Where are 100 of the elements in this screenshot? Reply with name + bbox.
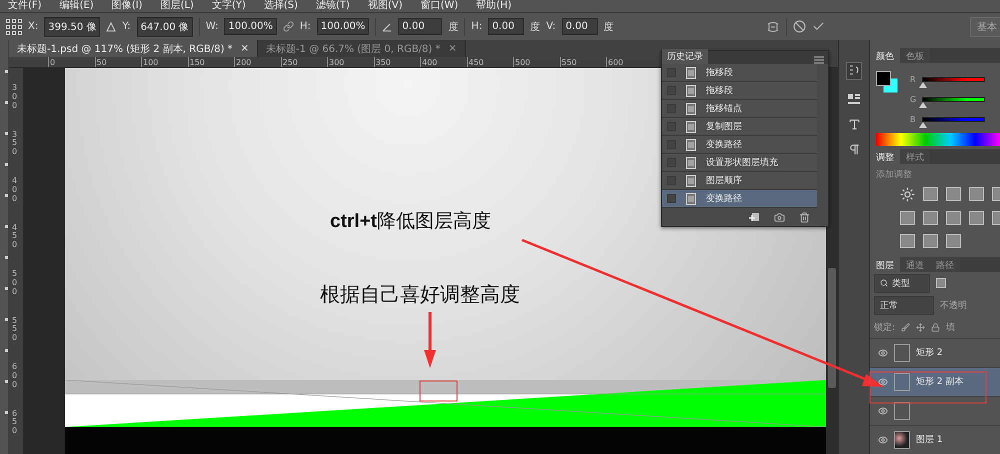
- adjustment-icon[interactable]: [969, 211, 984, 226]
- cancel-icon[interactable]: [792, 20, 806, 33]
- input-field[interactable]: 647.00 像: [136, 16, 193, 36]
- adjustment-icon[interactable]: [900, 211, 915, 226]
- new-document-icon[interactable]: [749, 212, 760, 222]
- layer-row[interactable]: 矩形 2 副本: [870, 366, 1000, 396]
- unit-label: 度: [530, 20, 540, 34]
- adjustment-icon[interactable]: [946, 211, 961, 226]
- adjustment-icon[interactable]: [923, 211, 938, 226]
- ruler-label: 50: [94, 57, 141, 67]
- history-item[interactable]: 设置形状图层填充: [662, 154, 817, 172]
- highlight-frame: [420, 380, 458, 402]
- menu-item[interactable]: 滤镜(T): [316, 0, 350, 12]
- close-icon[interactable]: ×: [448, 43, 457, 54]
- ruler-label: 300: [11, 84, 17, 112]
- input-field[interactable]: 100.00%: [316, 18, 370, 35]
- panel-tab[interactable]: 颜色: [870, 48, 900, 63]
- document-tab[interactable]: 未标题-1.psd @ 117% (矩形 2 副本, RGB/8) * ×: [9, 40, 258, 57]
- eye-icon[interactable]: [878, 376, 888, 387]
- search-icon: [880, 279, 888, 288]
- camera-icon[interactable]: [774, 212, 785, 222]
- color-spectrum[interactable]: [876, 133, 1000, 146]
- character-icon[interactable]: [848, 118, 860, 131]
- filter-dropdown[interactable]: 类型: [874, 274, 930, 293]
- ruler-label: 150: [188, 57, 234, 67]
- input-field[interactable]: 100.00%: [224, 18, 277, 35]
- menu-item[interactable]: 选择(S): [264, 0, 298, 12]
- ruler-label: 500: [513, 57, 560, 67]
- history-item[interactable]: 变换路径: [662, 190, 817, 208]
- history-item[interactable]: 拖移锚点: [662, 100, 817, 118]
- menu-item[interactable]: 图层(L): [160, 0, 194, 12]
- input-field[interactable]: 0.00: [562, 18, 598, 35]
- adjustment-icon[interactable]: [946, 187, 961, 202]
- history-item[interactable]: 拖移段: [662, 64, 817, 82]
- history-item[interactable]: 拖移段: [662, 82, 817, 100]
- adjustment-icon[interactable]: [923, 187, 938, 202]
- scrollbar-thumb[interactable]: [828, 268, 836, 388]
- field-label: H:: [471, 21, 482, 32]
- ruler-label: 200: [234, 57, 280, 67]
- document-tab[interactable]: 未标题-1 @ 66.7% (图层 0, RGB/8) * ×: [258, 40, 466, 57]
- document-icon: [686, 84, 696, 96]
- adjustment-icon[interactable]: [969, 187, 984, 202]
- menu-item[interactable]: 编辑(E): [60, 0, 94, 12]
- paragraph-icon[interactable]: [848, 143, 860, 156]
- ruler-label: 550: [11, 316, 17, 344]
- warp-icon[interactable]: [766, 20, 780, 34]
- grid-icon[interactable]: [6, 18, 22, 34]
- history-item[interactable]: 变换路径: [662, 136, 817, 154]
- angle-field[interactable]: 0.00: [398, 18, 442, 35]
- panel-tab[interactable]: 通道: [900, 257, 930, 272]
- menu-item[interactable]: 帮助(H): [476, 0, 512, 12]
- trash-icon[interactable]: [799, 212, 810, 222]
- ruler-label: 550: [560, 57, 606, 67]
- eye-icon[interactable]: [878, 406, 888, 416]
- panel-tab[interactable]: 路径: [930, 257, 960, 272]
- panel-tab[interactable]: 色板: [900, 48, 930, 63]
- input-field[interactable]: 0.00: [488, 18, 524, 35]
- panel-tab[interactable]: 历史记录: [662, 49, 708, 64]
- document-icon: [686, 138, 696, 150]
- properties-icon[interactable]: [847, 92, 861, 106]
- eye-icon[interactable]: [878, 348, 888, 358]
- menu-icon[interactable]: [814, 56, 824, 64]
- slider-thumb[interactable]: [919, 102, 928, 108]
- link-icon[interactable]: [282, 21, 294, 32]
- unit-label: 度: [604, 20, 614, 34]
- history-icon[interactable]: [846, 62, 862, 80]
- ruler-label: 100: [141, 57, 188, 67]
- eye-icon[interactable]: [878, 434, 888, 445]
- menu-item[interactable]: 图像(I): [112, 0, 142, 12]
- document-icon: [686, 66, 696, 78]
- document-icon: [686, 174, 696, 186]
- blend-mode-dropdown[interactable]: 正常: [874, 296, 934, 315]
- input-field[interactable]: 399.50 像: [44, 16, 100, 36]
- lock-label: 锁定:: [874, 322, 896, 334]
- adjustment-icon[interactable]: [923, 234, 938, 248]
- slider-thumb[interactable]: [918, 82, 927, 88]
- annotation-text: 根据自己喜好调整高度: [320, 283, 520, 308]
- history-item[interactable]: 复制图层: [662, 118, 817, 136]
- arrow: [424, 312, 436, 368]
- menu-item[interactable]: 视图(V): [368, 0, 402, 12]
- field-label: W:: [206, 21, 218, 32]
- panel-tab[interactable]: 样式: [900, 149, 930, 164]
- channel-label: R: [910, 74, 916, 84]
- document-icon: [686, 102, 696, 114]
- close-icon[interactable]: ×: [240, 43, 249, 54]
- lock-icon[interactable]: [931, 322, 940, 332]
- panel-tab[interactable]: 图层: [870, 257, 900, 272]
- history-item[interactable]: 图层顺序: [662, 172, 817, 190]
- brightness-icon[interactable]: [900, 187, 915, 202]
- move-icon[interactable]: [916, 322, 926, 332]
- brush-icon[interactable]: [901, 322, 910, 332]
- layer-thumbnail: [894, 430, 910, 449]
- ruler-label: 600: [606, 57, 652, 67]
- color-swatches-drawing[interactable]: [876, 71, 898, 93]
- document-icon: [686, 156, 696, 168]
- panel-tab[interactable]: 调整: [870, 149, 900, 164]
- triangle-icon: [106, 22, 116, 32]
- filter-icon[interactable]: [936, 278, 946, 288]
- adjustment-icon[interactable]: [900, 234, 915, 248]
- adjustment-icon[interactable]: [946, 234, 961, 248]
